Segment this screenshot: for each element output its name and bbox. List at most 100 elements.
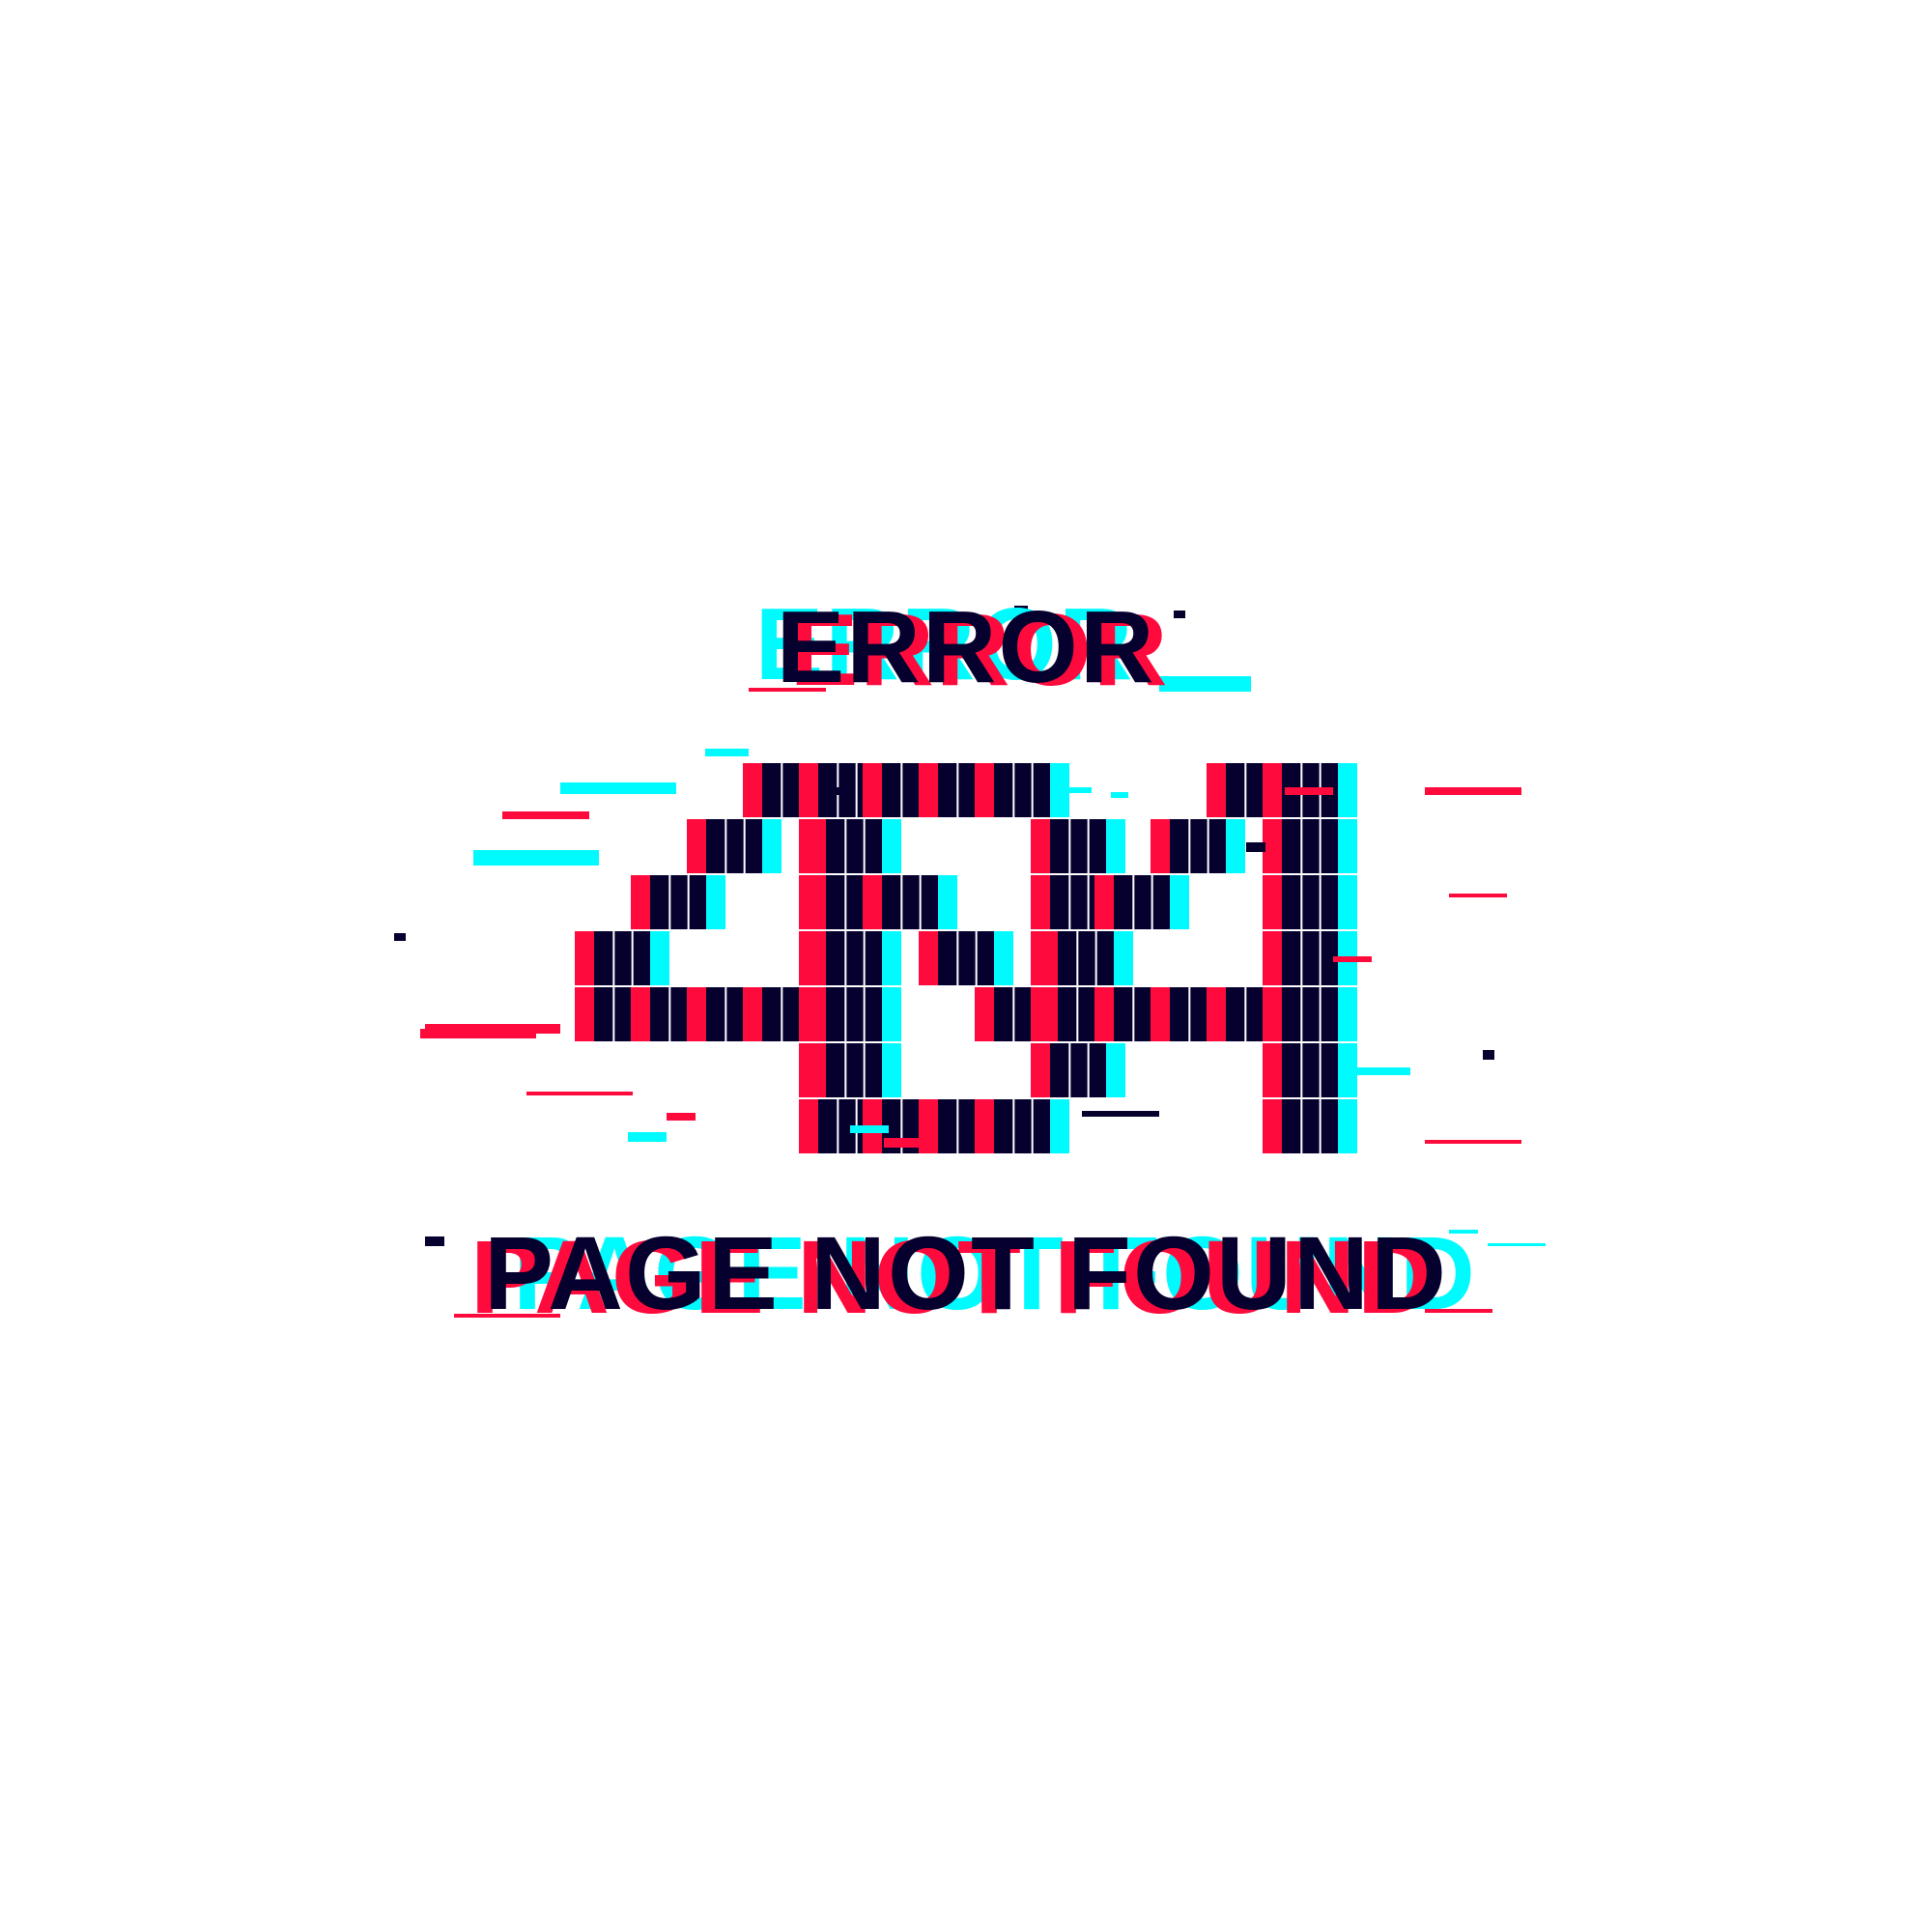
digit-2-block xyxy=(1282,987,1338,1041)
digit-1-block xyxy=(1050,819,1106,873)
glitch-streak xyxy=(473,850,599,866)
glitch-streak xyxy=(425,1024,560,1034)
digit-1-slice xyxy=(900,875,903,929)
digit-1-block xyxy=(826,819,882,873)
digit-1-block xyxy=(826,1043,882,1097)
digit-0-block xyxy=(706,819,762,873)
glitch-streak xyxy=(1063,787,1092,793)
glitch-streak xyxy=(1425,1140,1521,1144)
glitch-streak xyxy=(628,1132,667,1142)
digit-1-slice xyxy=(844,875,847,929)
digit-0-slice xyxy=(668,875,671,929)
digit-1-slice xyxy=(956,763,959,817)
digit-1-slice xyxy=(863,1043,866,1097)
glitch-streak xyxy=(1333,956,1372,962)
digit-2-slice xyxy=(1319,819,1321,873)
digit-1-slice xyxy=(844,931,847,985)
digit-2-slice xyxy=(1300,1043,1303,1097)
digit-1-slice xyxy=(844,987,847,1041)
glitch-streak xyxy=(1246,842,1265,852)
digit-2-slice xyxy=(1319,987,1321,1041)
glitch-streak xyxy=(1483,1050,1494,1060)
digit-0-slice xyxy=(612,931,615,985)
digit-2-slice xyxy=(1207,819,1209,873)
digit-2-slice xyxy=(1300,1099,1303,1153)
digit-1-slice xyxy=(863,987,866,1041)
digit-2-block xyxy=(1170,819,1226,873)
glitch-streak xyxy=(560,782,676,794)
digit-2-slice xyxy=(1319,1099,1321,1153)
digit-0-slice xyxy=(612,987,615,1041)
digit-2-slice xyxy=(1188,819,1191,873)
digit-1-block xyxy=(826,987,882,1041)
digit-0-slice xyxy=(631,931,634,985)
digit-0-slice xyxy=(781,763,783,817)
digit-2-slice xyxy=(1300,819,1303,873)
digit-2-slice xyxy=(1244,763,1247,817)
digit-1-slice xyxy=(844,819,847,873)
error-heading: ERROR ERROR ERROR xyxy=(0,587,1932,707)
glitch-streak xyxy=(705,749,749,756)
digit-1-slice xyxy=(1068,1043,1071,1097)
digit-1-slice xyxy=(1012,1099,1015,1153)
glitch-streak xyxy=(884,1138,923,1148)
digit-1-slice xyxy=(900,763,903,817)
digit-2-slice xyxy=(1319,875,1321,929)
digit-2-slice xyxy=(1319,931,1321,985)
digit-2-slice xyxy=(1132,987,1135,1041)
digit-1-slice xyxy=(956,931,959,985)
digit-0-slice xyxy=(724,987,727,1041)
glitch-streak xyxy=(394,933,406,941)
digit-1-slice xyxy=(863,931,866,985)
digit-1-slice xyxy=(1031,1099,1034,1153)
glitch-streak xyxy=(1449,894,1507,897)
digit-2-slice xyxy=(1300,931,1303,985)
digit-1-slice xyxy=(919,875,922,929)
glitch-streak xyxy=(526,1092,633,1095)
digit-1-block xyxy=(994,763,1050,817)
digit-0-slice xyxy=(724,819,727,873)
glitch-streak xyxy=(502,811,589,819)
glitch-streak xyxy=(1111,792,1128,798)
digit-0-slice xyxy=(687,875,690,929)
digit-0-slice xyxy=(855,763,858,817)
digit-0-block xyxy=(594,931,650,985)
digit-1-slice xyxy=(863,819,866,873)
digit-2-block xyxy=(1282,875,1338,929)
digit-0-slice xyxy=(668,987,671,1041)
digit-2-block xyxy=(1114,875,1170,929)
glitch-streak xyxy=(1425,787,1521,795)
digit-1-slice xyxy=(1087,1043,1090,1097)
digit-2-slice xyxy=(1094,931,1097,985)
digit-1-slice xyxy=(1087,819,1090,873)
glitch-streak xyxy=(1285,787,1333,795)
digit-1-slice xyxy=(956,1099,959,1153)
digit-2-slice xyxy=(1300,987,1303,1041)
digit-1-slice xyxy=(1087,875,1090,929)
digit-1-block xyxy=(826,931,882,985)
digit-2-slice xyxy=(1076,931,1079,985)
digit-1-slice xyxy=(844,1043,847,1097)
glitch-streak xyxy=(1082,1111,1159,1117)
digit-2-slice xyxy=(1244,987,1247,1041)
digit-1-slice xyxy=(1012,987,1015,1041)
digit-1-slice xyxy=(1068,875,1071,929)
digit-0-slice xyxy=(837,1099,839,1153)
digit-0-slice xyxy=(781,987,783,1041)
digit-1-block xyxy=(882,875,938,929)
digit-1-slice xyxy=(1068,819,1071,873)
digit-2-slice xyxy=(1076,987,1079,1041)
digit-1-block xyxy=(1050,1043,1106,1097)
digit-1-slice xyxy=(1012,763,1015,817)
glitch-artwork xyxy=(394,606,1546,1318)
error-heading-text: ERROR xyxy=(776,590,1156,704)
digit-1-block xyxy=(938,931,994,985)
glitch-streak xyxy=(1343,1067,1410,1075)
glitch-streak xyxy=(850,1125,889,1133)
digit-0-block xyxy=(650,875,706,929)
glitch-streak xyxy=(836,787,855,795)
page-not-found-heading: PAGE NOT FOUND PAGE NOT FOUND PAGE NOT F… xyxy=(0,1212,1932,1338)
digit-2-block xyxy=(1282,931,1338,985)
digit-1-block xyxy=(994,1099,1050,1153)
digit-2-slice xyxy=(1151,875,1153,929)
